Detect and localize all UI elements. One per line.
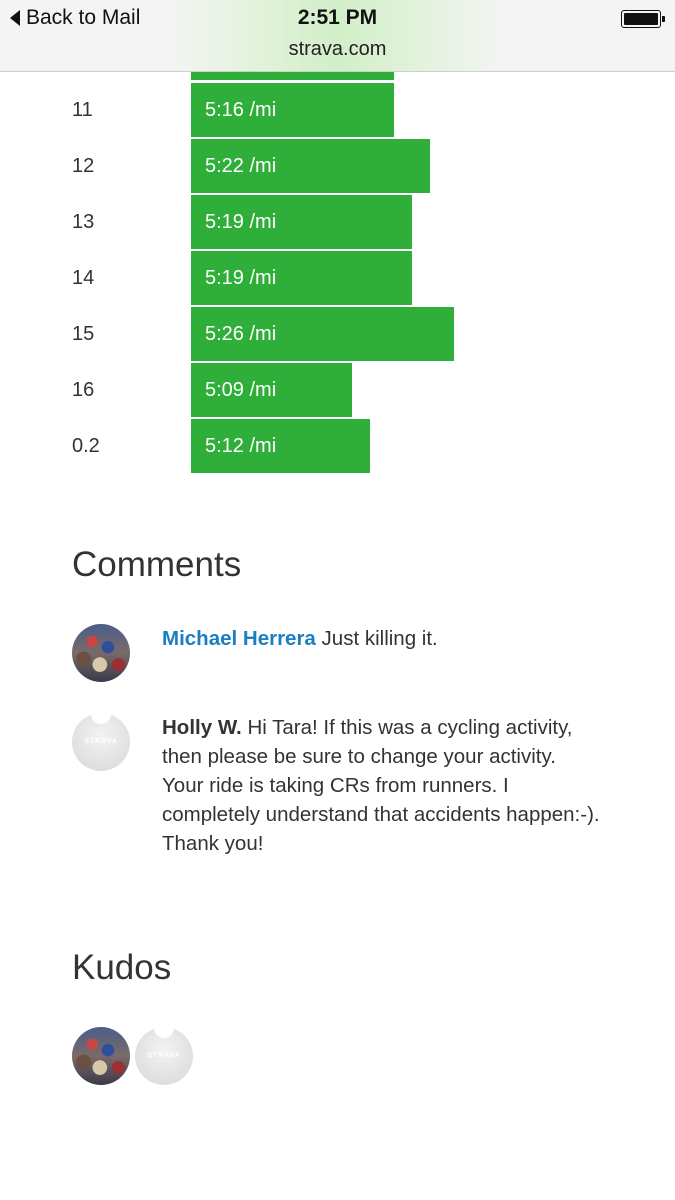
- split-pace-bar: 5:22 /mi: [191, 139, 430, 193]
- split-mile-label: 15: [72, 323, 95, 345]
- split-row: 0.2 5:12 /mi: [0, 419, 675, 475]
- browser-status-bar: Back to Mail 2:51 PM strava.com: [0, 0, 675, 72]
- split-mile-label: 16: [72, 379, 95, 401]
- split-pace-bar: 5:12 /mi: [191, 419, 370, 473]
- comment-2: Holly W. Hi Tara! If this was a cycling …: [162, 713, 602, 858]
- split-pace-label: 5:26 /mi: [205, 323, 277, 345]
- split-pace-bar: 5:26 /mi: [191, 307, 454, 361]
- split-mile-label: 14: [72, 267, 95, 289]
- address-bar-url[interactable]: strava.com: [0, 38, 675, 61]
- split-pace-label: 5:22 /mi: [205, 155, 277, 177]
- split-row: 11 5:16 /mi: [0, 83, 675, 139]
- strava-watermark-icon: STRAVA: [84, 738, 118, 745]
- split-pace-label: 5:19 /mi: [205, 267, 277, 289]
- split-pace-label: 5:19 /mi: [205, 211, 277, 233]
- split-mile-label: 0.2: [72, 435, 100, 457]
- comment-author[interactable]: Holly W.: [162, 716, 242, 739]
- split-row: 13 5:19 /mi: [0, 195, 675, 251]
- commenter-avatar-michael[interactable]: [72, 624, 130, 682]
- split-pace-bar: 5:16 /mi: [191, 83, 394, 137]
- battery-icon: [621, 10, 665, 28]
- split-row: 14 5:19 /mi: [0, 251, 675, 307]
- split-pace-label: 5:16 /mi: [205, 99, 277, 121]
- split-bar-partial: [191, 72, 394, 80]
- kudos-avatar-2[interactable]: STRAVA: [135, 1027, 193, 1085]
- kudos-heading: Kudos: [72, 948, 172, 987]
- split-row: 12 5:22 /mi: [0, 139, 675, 195]
- comment-author-link[interactable]: Michael Herrera: [162, 627, 316, 650]
- split-pace-label: 5:09 /mi: [205, 379, 277, 401]
- kudos-avatar-1[interactable]: [72, 1027, 130, 1085]
- commenter-avatar-holly[interactable]: STRAVA: [72, 713, 130, 771]
- split-row: 15 5:26 /mi: [0, 307, 675, 363]
- comment-body: Just killing it.: [321, 627, 438, 650]
- split-mile-label: 11: [72, 99, 93, 121]
- comments-heading: Comments: [72, 545, 242, 584]
- strava-watermark-icon: STRAVA: [147, 1052, 181, 1059]
- split-row: 16 5:09 /mi: [0, 363, 675, 419]
- split-pace-bar: 5:09 /mi: [191, 363, 352, 417]
- split-pace-bar: 5:19 /mi: [191, 251, 412, 305]
- split-pace-bar: 5:19 /mi: [191, 195, 412, 249]
- status-time: 2:51 PM: [297, 6, 378, 29]
- split-mile-label: 13: [72, 211, 95, 233]
- comment-1: Michael Herrera Just killing it.: [162, 624, 602, 653]
- split-mile-label: 12: [72, 155, 95, 177]
- split-pace-label: 5:12 /mi: [205, 435, 277, 457]
